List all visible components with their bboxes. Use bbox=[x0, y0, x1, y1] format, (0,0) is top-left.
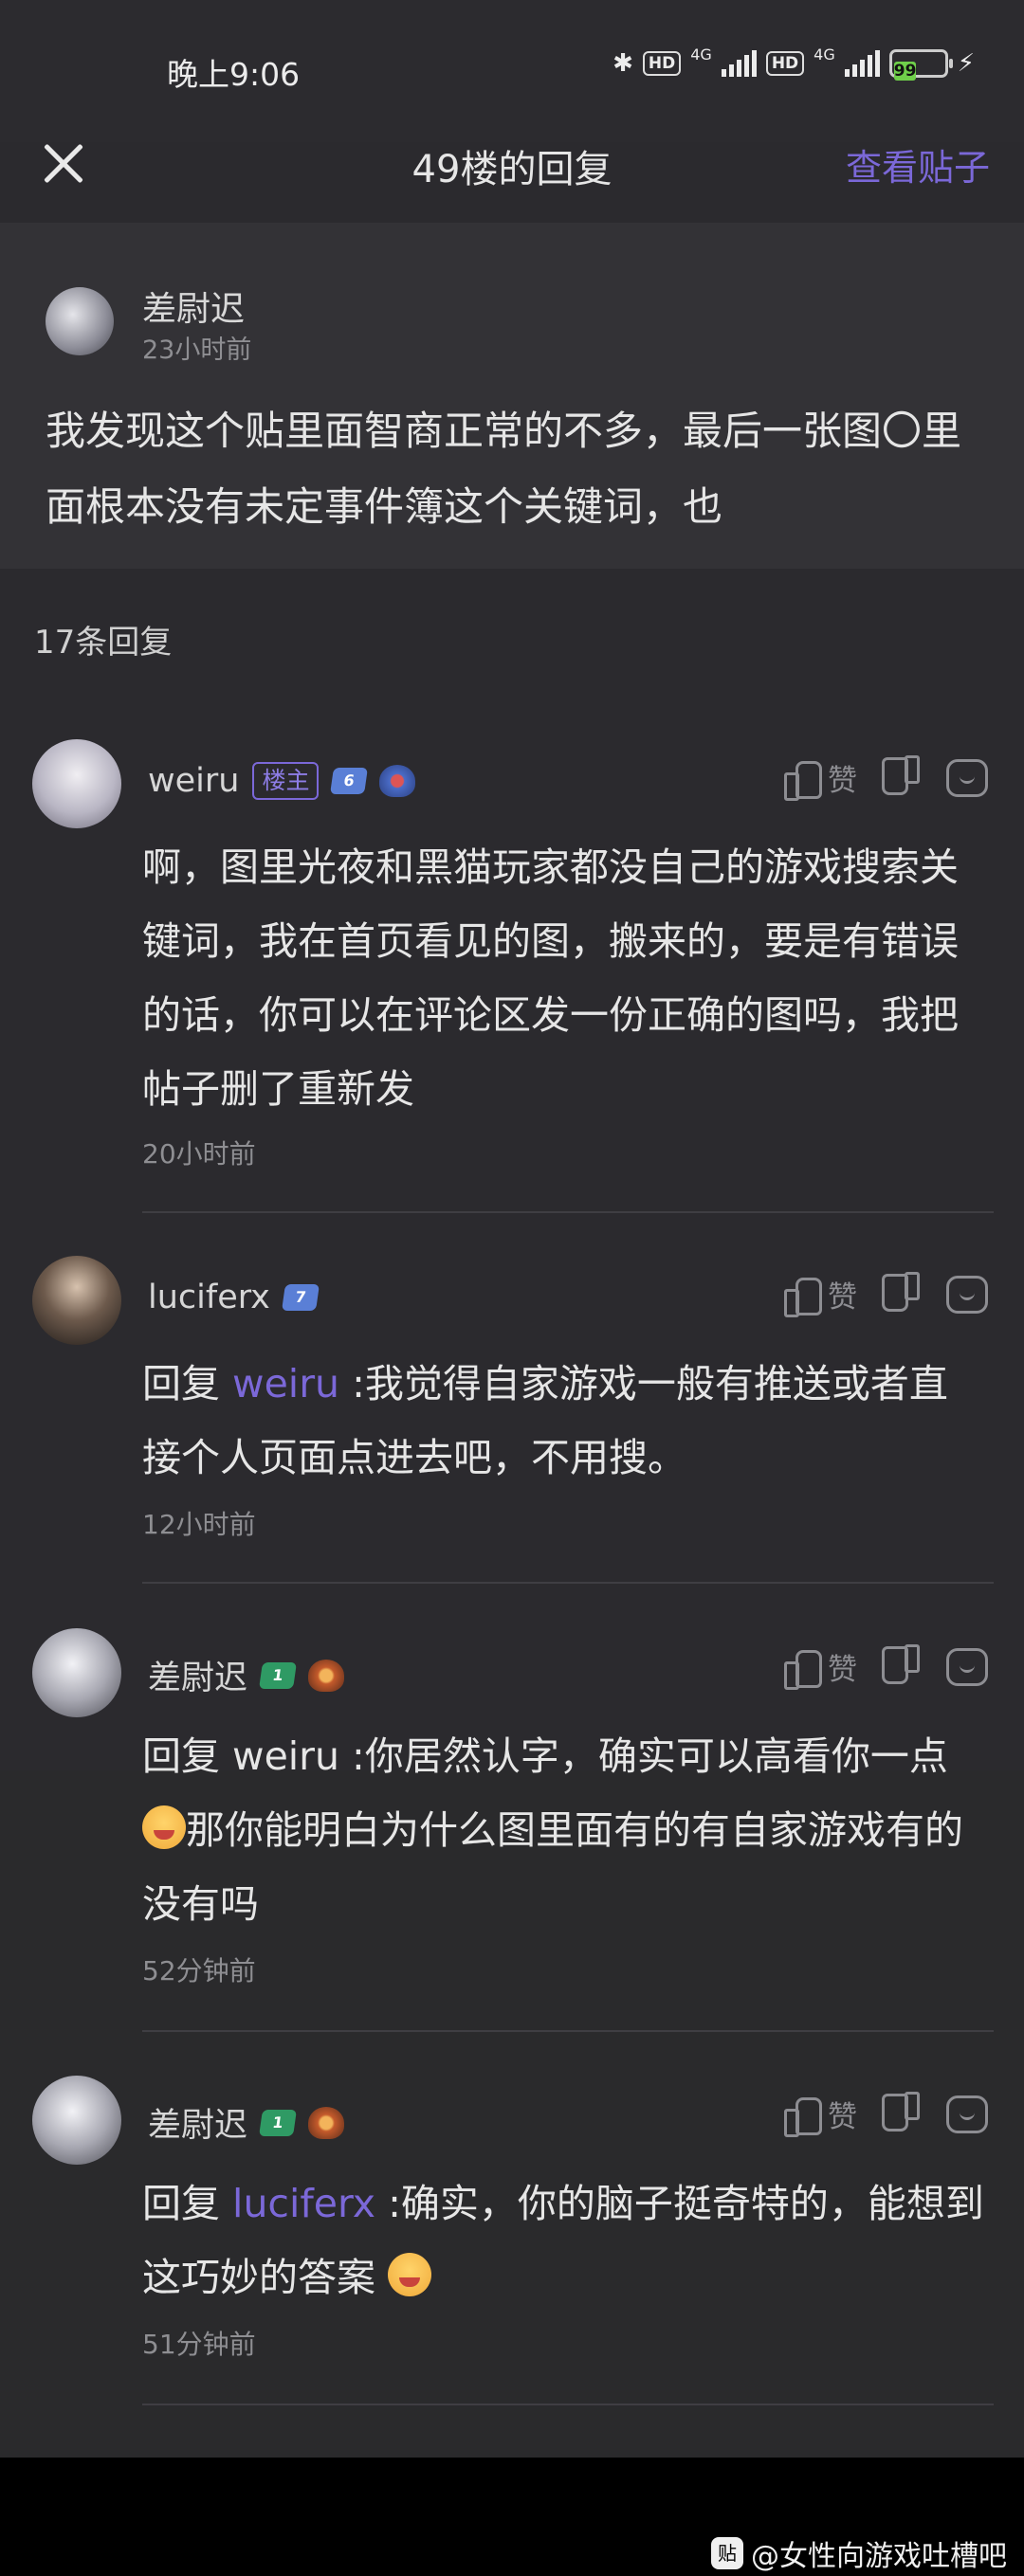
reply-actions: 赞 bbox=[784, 1645, 988, 1690]
signal-icon bbox=[721, 50, 757, 77]
like-button[interactable]: 赞 bbox=[784, 756, 857, 801]
thumb-up-icon bbox=[784, 759, 822, 801]
like-button[interactable]: 赞 bbox=[784, 1273, 857, 1317]
medal-icon bbox=[379, 765, 416, 797]
avatar[interactable] bbox=[32, 739, 121, 828]
reply-text: 啊，图里光夜和黑猫玩家都没自己的游戏搜索关键词，我在首页看见的图，搬来的，要是有… bbox=[142, 844, 959, 1112]
battery-icon: 99 bbox=[888, 49, 953, 81]
comment-button[interactable] bbox=[946, 1647, 988, 1686]
avatar[interactable] bbox=[32, 2076, 121, 2165]
thumb-down-icon bbox=[884, 1648, 920, 1686]
yum-emoji-icon bbox=[142, 1805, 186, 1849]
level-badge: 1 bbox=[259, 1661, 297, 1689]
avatar[interactable] bbox=[46, 287, 114, 355]
like-button[interactable]: 赞 bbox=[784, 2093, 857, 2137]
hd-icon: HD bbox=[765, 51, 805, 76]
charging-icon: ⚡ bbox=[957, 49, 975, 78]
reply-text: 回复 luciferx :确实，你的脑子挺奇特的，能想到这巧妙的答案 bbox=[142, 2181, 984, 2300]
original-post: 差尉迟 23小时前 我发现这个贴里面智商正常的不多，最后一张图〇里面根本没有未定… bbox=[0, 223, 1024, 569]
dislike-button[interactable] bbox=[884, 1648, 920, 1686]
dislike-button[interactable] bbox=[884, 2095, 920, 2133]
op-content: 我发现这个贴里面智商正常的不多，最后一张图〇里面根本没有未定事件簿这个关键词，也 bbox=[46, 408, 962, 530]
medal-icon bbox=[308, 1659, 345, 1692]
network-type: 4G bbox=[814, 45, 835, 63]
view-post-link[interactable]: 查看贴子 bbox=[846, 138, 990, 190]
grin-emoji-icon bbox=[388, 2253, 432, 2296]
divider bbox=[142, 2030, 994, 2032]
bluetooth-icon: ✱ bbox=[613, 49, 633, 78]
username[interactable]: luciferx bbox=[148, 1279, 270, 1316]
username[interactable]: 差尉迟 bbox=[148, 1651, 247, 1699]
reply-actions: 赞 bbox=[784, 756, 988, 801]
comment-button[interactable] bbox=[946, 758, 988, 797]
thumb-down-icon bbox=[884, 1276, 920, 1314]
username[interactable]: 差尉迟 bbox=[148, 2098, 247, 2147]
comment-icon bbox=[946, 1275, 988, 1314]
mention-link[interactable]: weiru bbox=[232, 1361, 339, 1406]
reply-text: 回复 weiru :我觉得自家游戏一般有推送或者直接个人页面点进去吧，不用搜。 bbox=[142, 1361, 948, 1480]
reply-actions: 赞 bbox=[784, 1273, 988, 1317]
divider bbox=[142, 2404, 994, 2405]
owner-badge: 楼主 bbox=[252, 762, 320, 800]
reply-user: luciferx 7 bbox=[148, 1279, 320, 1316]
signal-icon bbox=[844, 50, 880, 77]
reply-user: 差尉迟 1 bbox=[148, 2098, 345, 2147]
thumb-up-icon bbox=[784, 2095, 822, 2137]
thumb-down-icon bbox=[884, 2095, 920, 2133]
like-button[interactable]: 赞 bbox=[784, 1645, 857, 1690]
username[interactable]: weiru bbox=[148, 762, 239, 800]
comment-button[interactable] bbox=[946, 1275, 988, 1314]
reply-time: 52分钟前 bbox=[142, 1955, 256, 1986]
level-badge: 7 bbox=[281, 1284, 320, 1311]
medal-icon bbox=[308, 2106, 345, 2139]
reply-time: 51分钟前 bbox=[142, 2329, 256, 2360]
network-type: 4G bbox=[690, 45, 712, 63]
battery-level: 99 bbox=[893, 62, 917, 81]
divider bbox=[142, 1582, 994, 1584]
thumb-down-icon bbox=[884, 759, 920, 797]
reply-time: 12小时前 bbox=[142, 1509, 256, 1540]
level-badge: 1 bbox=[259, 2109, 297, 2136]
reply-time: 20小时前 bbox=[142, 1138, 256, 1170]
tieba-logo-icon: 贴 bbox=[711, 2537, 743, 2569]
avatar[interactable] bbox=[32, 1628, 121, 1717]
status-time: 晚上9:06 bbox=[167, 56, 301, 93]
divider bbox=[142, 1211, 994, 1213]
watermark-text: @女性向游戏吐槽吧 bbox=[751, 2540, 1007, 2573]
reply-text: 回复 weiru :你居然认字，确实可以高看你一点 那你能明白为什么图里面有的有… bbox=[142, 1733, 963, 1927]
dislike-button[interactable] bbox=[884, 759, 920, 797]
hd-icon: HD bbox=[642, 51, 682, 76]
reply-user: weiru 楼主 6 bbox=[148, 762, 416, 800]
comment-icon bbox=[946, 1647, 988, 1686]
op-timestamp: 23小时前 bbox=[142, 336, 252, 365]
comment-icon bbox=[946, 758, 988, 797]
reply-actions: 赞 bbox=[784, 2093, 988, 2137]
reply-count: 17条回复 bbox=[34, 624, 173, 662]
nav-bar: 49楼的回复 查看贴子 bbox=[0, 104, 1024, 223]
watermark: 贴 @女性向游戏吐槽吧 bbox=[711, 2532, 1007, 2574]
comment-icon bbox=[946, 2095, 988, 2133]
reply-user: 差尉迟 1 bbox=[148, 1651, 345, 1699]
dislike-button[interactable] bbox=[884, 1276, 920, 1314]
avatar[interactable] bbox=[32, 1256, 121, 1345]
level-badge: 6 bbox=[330, 768, 369, 794]
thumb-up-icon bbox=[784, 1648, 822, 1690]
status-icons: ✱ HD 4G HD 4G 99 ⚡ bbox=[613, 45, 975, 81]
comment-button[interactable] bbox=[946, 2095, 988, 2133]
mention-link[interactable]: luciferx bbox=[232, 2181, 375, 2226]
op-username[interactable]: 差尉迟 bbox=[142, 281, 245, 331]
thumb-up-icon bbox=[784, 1276, 822, 1317]
